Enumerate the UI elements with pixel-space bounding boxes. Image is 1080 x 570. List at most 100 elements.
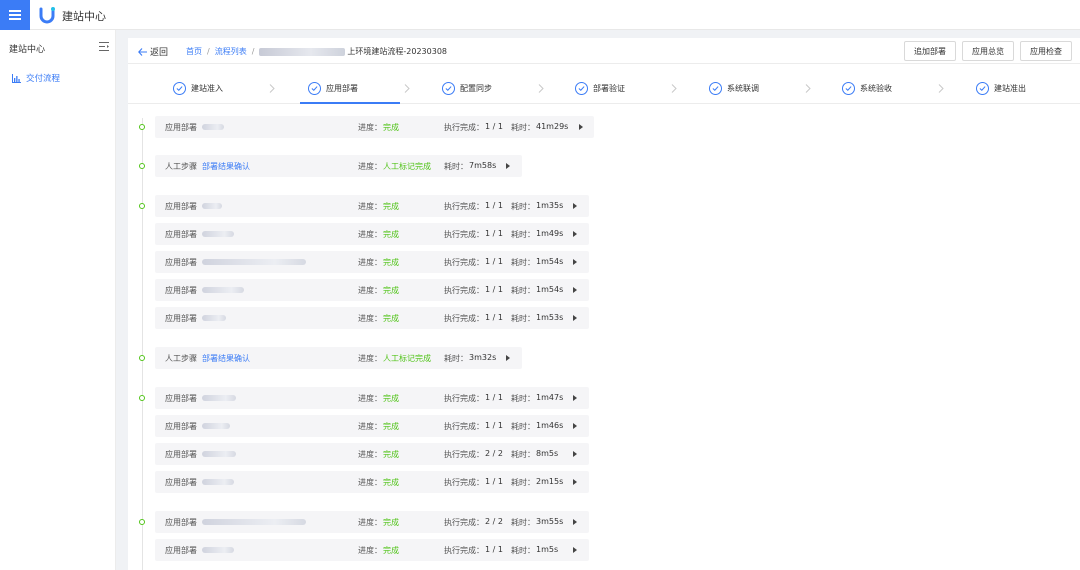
deploy-row[interactable]: 应用部署 进度： 完成 执行完成： 1 / 1 耗时： 1m35s: [155, 195, 589, 217]
step-7[interactable]: 建站准出: [976, 82, 1026, 95]
time-value: 7m58s: [469, 161, 497, 170]
progress-label: 进度：: [358, 286, 382, 295]
chevron-right-icon: [404, 84, 410, 93]
exec-label: 执行完成：: [444, 518, 484, 527]
time-value: 1m54s: [536, 257, 564, 266]
app-name-redacted: [202, 203, 222, 209]
check-circle-icon: [575, 82, 588, 95]
app-name-redacted: [202, 259, 306, 265]
manual-step-row[interactable]: 人工步骤 部署结果确认 进度： 人工标记完成 耗时： 7m58s: [155, 155, 522, 177]
play-icon[interactable]: [573, 451, 577, 457]
play-icon[interactable]: [573, 231, 577, 237]
bar-chart-icon: [12, 73, 21, 83]
exec-value: 1 / 1: [485, 545, 503, 554]
app-check-button[interactable]: 应用检查: [1020, 41, 1072, 61]
deploy-row[interactable]: 应用部署 进度： 完成 执行完成： 1 / 1 耗时： 1m46s: [155, 415, 589, 437]
manual-step-link[interactable]: 部署结果确认: [202, 353, 250, 364]
deploy-row[interactable]: 应用部署 进度： 完成 执行完成： 1 / 1 耗时： 1m49s: [155, 223, 589, 245]
logo-icon: [39, 7, 55, 24]
exec-value: 1 / 1: [485, 313, 503, 322]
play-icon[interactable]: [573, 423, 577, 429]
time-value: 2m15s: [536, 477, 564, 486]
step-5[interactable]: 系统联调: [709, 82, 759, 95]
app-title: 建站中心: [62, 10, 106, 23]
breadcrumb-separator: /: [207, 47, 210, 56]
progress-value: 完成: [383, 123, 399, 132]
row-type: 应用部署: [165, 422, 197, 431]
progress-value: 人工标记完成: [383, 162, 431, 171]
chevron-right-icon: [269, 84, 275, 93]
exec-label: 执行完成：: [444, 202, 484, 211]
manual-step-row[interactable]: 人工步骤 部署结果确认 进度： 人工标记完成 耗时： 3m32s: [155, 347, 522, 369]
play-icon[interactable]: [573, 315, 577, 321]
app-name-redacted: [202, 479, 234, 485]
progress-value: 完成: [383, 314, 399, 323]
deploy-row[interactable]: 应用部署 进度： 完成 执行完成： 1 / 1 耗时： 1m53s: [155, 307, 589, 329]
deploy-row[interactable]: 应用部署 进度： 完成 执行完成： 1 / 1 耗时： 1m5s: [155, 539, 589, 561]
row-type: 应用部署: [165, 518, 197, 527]
time-value: 1m47s: [536, 393, 564, 402]
deploy-row[interactable]: 应用部署 进度： 完成 执行完成： 1 / 1 耗时： 1m54s: [155, 279, 589, 301]
back-button[interactable]: 返回: [138, 45, 168, 58]
menu-button[interactable]: [0, 0, 30, 30]
play-icon[interactable]: [573, 479, 577, 485]
chevron-right-icon: [538, 84, 544, 93]
deploy-row[interactable]: 应用部署 进度： 完成 执行完成： 1 / 1 耗时： 2m15s: [155, 471, 589, 493]
exec-value: 1 / 1: [485, 257, 503, 266]
breadcrumb-flow-list[interactable]: 流程列表: [215, 46, 247, 57]
exec-value: 2 / 2: [485, 449, 503, 458]
step-2[interactable]: 应用部署: [308, 82, 358, 95]
deploy-row[interactable]: 应用部署 进度： 完成 执行完成： 1 / 1 耗时： 1m47s: [155, 387, 589, 409]
step-6[interactable]: 系统验收: [842, 82, 892, 95]
play-icon[interactable]: [579, 124, 583, 130]
progress-label: 进度：: [358, 258, 382, 267]
play-icon[interactable]: [573, 519, 577, 525]
app-name-redacted: [202, 519, 306, 525]
row-type: 应用部署: [165, 258, 197, 267]
manual-step-link[interactable]: 部署结果确认: [202, 161, 250, 172]
breadcrumb-current: 上环境建站流程-20230308: [347, 47, 448, 56]
play-icon[interactable]: [506, 163, 510, 169]
step-3[interactable]: 配置同步: [442, 82, 492, 95]
row-type: 应用部署: [165, 450, 197, 459]
time-label: 耗时：: [511, 258, 535, 267]
exec-label: 执行完成：: [444, 478, 484, 487]
timeline-dot: [139, 355, 145, 361]
exec-value: 1 / 1: [485, 229, 503, 238]
row-type: 应用部署: [165, 394, 197, 403]
app-overview-button[interactable]: 应用总览: [962, 41, 1014, 61]
progress-label: 进度：: [358, 478, 382, 487]
top-bar: 建站中心: [0, 0, 1080, 30]
deploy-row[interactable]: 应用部署 进度： 完成 执行完成： 1 / 1 耗时： 1m54s: [155, 251, 589, 273]
play-icon[interactable]: [573, 287, 577, 293]
app-name-redacted: [202, 423, 230, 429]
check-circle-icon: [442, 82, 455, 95]
progress-value: 完成: [383, 230, 399, 239]
time-value: 8m5s: [536, 449, 559, 458]
breadcrumb-home[interactable]: 首页: [186, 46, 202, 57]
deploy-row[interactable]: 应用部署 进度： 完成 执行完成： 1 / 1 耗时： 41m29s: [155, 116, 594, 138]
sidebar-item-delivery-flow[interactable]: 交付流程: [12, 72, 60, 84]
play-icon[interactable]: [506, 355, 510, 361]
check-circle-icon: [308, 82, 321, 95]
append-deploy-button[interactable]: 追加部署: [904, 41, 956, 61]
timeline-dot: [139, 203, 145, 209]
row-type: 应用部署: [165, 314, 197, 323]
collapse-icon[interactable]: [99, 42, 109, 51]
deploy-row[interactable]: 应用部署 进度： 完成 执行完成： 2 / 2 耗时： 8m5s: [155, 443, 589, 465]
exec-label: 执行完成：: [444, 422, 484, 431]
play-icon[interactable]: [573, 203, 577, 209]
exec-value: 1 / 1: [485, 285, 503, 294]
play-icon[interactable]: [573, 259, 577, 265]
step-4[interactable]: 部署验证: [575, 82, 625, 95]
deploy-row[interactable]: 应用部署 进度： 完成 执行完成： 2 / 2 耗时： 3m55s: [155, 511, 589, 533]
progress-label: 进度：: [358, 123, 382, 132]
check-circle-icon: [709, 82, 722, 95]
step-1[interactable]: 建站准入: [173, 82, 223, 95]
play-icon[interactable]: [573, 547, 577, 553]
app-name-redacted: [202, 395, 236, 401]
play-icon[interactable]: [573, 395, 577, 401]
exec-value: 1 / 1: [485, 122, 503, 131]
check-circle-icon: [842, 82, 855, 95]
progress-value: 完成: [383, 422, 399, 431]
